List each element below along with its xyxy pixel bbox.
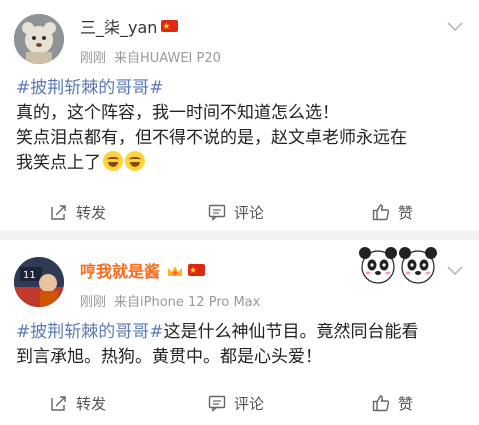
post-meta: 刚刚 来自iPhone 12 Pro Max — [80, 291, 260, 310]
like-icon — [372, 204, 390, 221]
action-bar: 转发 评论 赞 — [0, 388, 479, 418]
repost-button[interactable]: 转发 — [50, 388, 106, 418]
post-content: #披荆斩棘的哥哥# 真的，这个阵容，我一时间不知道怎么选！ 笑点泪点都有，但不得… — [16, 76, 466, 176]
chevron-down-icon[interactable] — [447, 266, 463, 276]
content-line: 真的，这个阵容，我一时间不知道怎么选！ — [16, 103, 339, 123]
comment-icon — [208, 395, 226, 412]
like-label: 赞 — [398, 203, 414, 222]
action-bar: 转发 评论 赞 — [0, 197, 479, 227]
post-time: 刚刚 — [80, 51, 107, 66]
like-button[interactable]: 赞 — [372, 197, 413, 227]
crown-badge-icon — [168, 266, 183, 276]
flag-icon — [161, 17, 179, 37]
avatar[interactable] — [14, 14, 64, 64]
content-line: 笑点泪点都有，但不得不说的是，赵文卓老师永远在 — [16, 128, 407, 148]
comment-label: 评论 — [234, 394, 265, 413]
username[interactable]: 哼我就是酱 — [80, 261, 206, 282]
like-icon — [372, 395, 390, 412]
hashtag-link[interactable]: #披荆斩棘的哥哥# — [16, 78, 164, 98]
post-source: 来自HUAWEI P20 — [114, 51, 221, 66]
post-source: 来自iPhone 12 Pro Max — [114, 295, 261, 310]
hashtag-link[interactable]: #披荆斩棘的哥哥# — [16, 322, 164, 342]
username-text[interactable]: 哼我就是酱 — [80, 262, 160, 281]
content-line: 这是什么神仙节目。竟然同台能看 — [163, 322, 419, 342]
content-line: 我笑点上了 — [16, 153, 101, 173]
username-text[interactable]: 三_柒_yan — [80, 18, 157, 37]
repost-label: 转发 — [76, 203, 107, 222]
username[interactable]: 三_柒_yan — [80, 17, 179, 38]
avatar[interactable]: 11 — [14, 257, 64, 307]
repost-label: 转发 — [76, 394, 107, 413]
svg-text:11: 11 — [23, 270, 36, 281]
panda-sticker-icon — [359, 247, 437, 284]
chevron-down-icon[interactable] — [447, 22, 463, 32]
like-button[interactable]: 赞 — [372, 388, 413, 418]
weibo-post-2: 11 哼我就是酱 刚刚来自iPhone 12 Pro Max — [0, 240, 479, 425]
comment-button[interactable]: 评论 — [208, 197, 264, 227]
post-content: #披荆斩棘的哥哥#这是什么神仙节目。竟然同台能看 到言承旭。热狗。黄贯中。都是心… — [16, 320, 466, 370]
laugh-cry-emoji-icon — [103, 151, 123, 171]
weibo-post-1: 三_柒_yan 刚刚来自HUAWEI P20 #披荆斩棘的哥哥# 真的，这个阵容… — [0, 0, 479, 231]
flag-icon — [188, 261, 206, 281]
repost-button[interactable]: 转发 — [50, 197, 106, 227]
post-separator — [0, 231, 479, 240]
post-meta: 刚刚 来自HUAWEI P20 — [80, 47, 221, 66]
repost-icon — [51, 396, 66, 411]
content-line: 到言承旭。热狗。黄贯中。都是心头爱！ — [16, 347, 322, 367]
like-label: 赞 — [398, 394, 414, 413]
post-time: 刚刚 — [80, 295, 107, 310]
repost-icon — [51, 205, 66, 220]
comment-label: 评论 — [234, 203, 265, 222]
comment-icon — [208, 204, 226, 221]
laugh-cry-emoji-icon — [125, 151, 145, 171]
comment-button[interactable]: 评论 — [208, 388, 264, 418]
